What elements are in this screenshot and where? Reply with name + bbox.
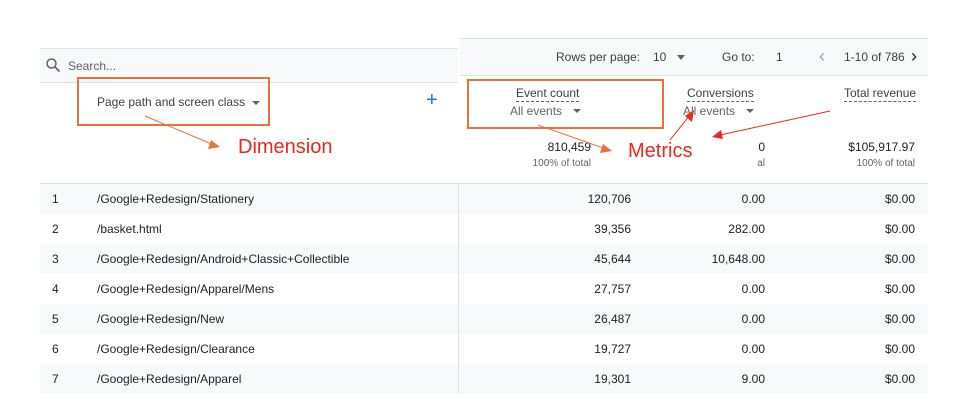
event-count-value: 19,301 xyxy=(594,372,631,386)
table-row[interactable]: 4/Google+Redesign/Apparel/Mens 27,757 0.00… xyxy=(40,274,928,304)
dimension-selector[interactable]: Page path and screen class xyxy=(97,95,245,109)
page-path-link[interactable]: /basket.html xyxy=(97,222,162,236)
table-row[interactable]: 6/Google+Redesign/Clearance 19,727 0.00 $0.… xyxy=(40,334,928,364)
rows-per-page-select[interactable]: 10 xyxy=(653,50,666,64)
table-row[interactable]: 1/Google+Redesign/Stationery 120,706 0.00 $… xyxy=(40,184,928,214)
search-icon xyxy=(46,58,60,72)
chevron-down-icon[interactable] xyxy=(746,109,754,113)
rows-per-page-label: Rows per page: xyxy=(556,50,641,64)
page-path-link[interactable]: /Google+Redesign/New xyxy=(97,312,224,326)
conversions-value: 282.00 xyxy=(728,222,765,236)
row-number: 4 xyxy=(52,282,59,296)
chevron-down-icon[interactable] xyxy=(252,101,260,105)
chevron-down-icon[interactable] xyxy=(677,55,685,60)
row-number: 3 xyxy=(52,252,59,266)
row-number: 6 xyxy=(52,342,59,356)
column-header-total-revenue[interactable]: Total revenue xyxy=(844,86,917,102)
total-revenue-total: $105,917.97 xyxy=(848,140,915,154)
conversions-value: 10,648.00 xyxy=(711,252,765,266)
event-count-total: 810,459 xyxy=(547,140,591,154)
event-count-value: 45,644 xyxy=(594,252,631,266)
chevron-left-icon[interactable]: ‹ xyxy=(819,46,825,67)
arrow-head-icon xyxy=(208,140,220,149)
conversions-filter[interactable]: All events xyxy=(683,104,735,118)
column-header-conversions[interactable]: Conversions xyxy=(687,86,754,102)
total-revenue-value: $0.00 xyxy=(884,342,915,356)
row-number: 2 xyxy=(52,222,59,236)
page-path-link[interactable]: /Google+Redesign/Apparel xyxy=(97,372,241,386)
go-to-input[interactable]: 1 xyxy=(776,50,783,64)
conversions-value: 9.00 xyxy=(741,372,765,386)
row-number: 7 xyxy=(52,372,59,386)
table-row[interactable]: 3/Google+Redesign/Android+Classic+Collec… xyxy=(40,244,928,274)
event-count-value: 19,727 xyxy=(594,342,631,356)
dimension-annotation: Dimension xyxy=(238,136,333,158)
total-revenue-value: $0.00 xyxy=(884,252,915,266)
column-header-event-count[interactable]: Event count xyxy=(516,86,580,102)
table-row[interactable]: 5/Google+Redesign/New 26,487 0.00 $0.00 xyxy=(40,304,928,334)
total-revenue-value: $0.00 xyxy=(884,192,915,206)
event-count-filter[interactable]: All events xyxy=(510,104,562,118)
page-path-link[interactable]: /Google+Redesign/Clearance xyxy=(97,342,255,356)
total-revenue-value: $0.00 xyxy=(884,282,915,296)
page-path-link[interactable]: /Google+Redesign/Stationery xyxy=(97,192,254,206)
conversions-total-percent: al xyxy=(757,158,765,169)
arrow-head-icon xyxy=(600,144,612,153)
total-revenue-value: $0.00 xyxy=(884,222,915,236)
metrics-annotation: Metrics xyxy=(628,140,693,162)
total-revenue-total-percent: 100% of total xyxy=(856,158,915,169)
event-count-value: 39,356 xyxy=(594,222,631,236)
search-input[interactable]: Search... xyxy=(68,59,116,73)
row-number: 1 xyxy=(52,192,59,206)
conversions-value: 0.00 xyxy=(741,192,765,206)
event-count-value: 26,487 xyxy=(594,312,631,326)
chevron-down-icon[interactable] xyxy=(573,109,581,113)
row-number: 5 xyxy=(52,312,59,326)
page-path-link[interactable]: /Google+Redesign/Android+Classic+Collect… xyxy=(97,252,349,266)
table-row[interactable]: 2/basket.html 39,356 282.00 $0.00 xyxy=(40,214,928,244)
conversions-value: 0.00 xyxy=(741,312,765,326)
conversions-value: 0.00 xyxy=(741,342,765,356)
event-count-value: 120,706 xyxy=(587,192,631,206)
go-to-label: Go to: xyxy=(722,50,755,64)
total-revenue-value: $0.00 xyxy=(884,312,915,326)
conversions-value: 0.00 xyxy=(741,282,765,296)
arrow-head-icon xyxy=(712,130,723,139)
page-path-link[interactable]: /Google+Redesign/Apparel/Mens xyxy=(97,282,274,296)
table-row[interactable]: 7/Google+Redesign/Apparel 19,301 9.00 $0.00 xyxy=(40,364,928,394)
column-divider xyxy=(458,183,459,393)
pagination-range: 1-10 of 786 xyxy=(844,50,905,64)
total-revenue-value: $0.00 xyxy=(884,372,915,386)
add-dimension-button[interactable]: + xyxy=(426,90,438,110)
event-count-total-percent: 100% of total xyxy=(532,158,591,169)
conversions-total: 0 xyxy=(758,140,765,154)
event-count-value: 27,757 xyxy=(594,282,631,296)
chevron-right-icon[interactable]: › xyxy=(911,46,917,67)
